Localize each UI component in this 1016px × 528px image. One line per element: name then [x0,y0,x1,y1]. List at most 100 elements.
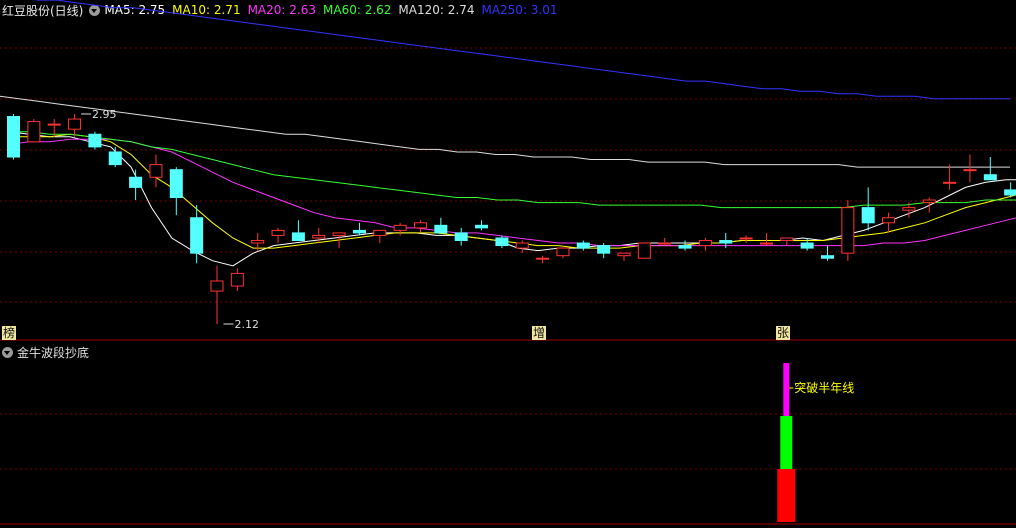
candle-up[interactable] [780,237,794,246]
candle-up[interactable] [149,154,163,188]
candle-down[interactable] [495,235,509,249]
candle-up[interactable] [658,237,672,246]
candle-body [922,199,936,204]
candle-up[interactable] [210,265,224,324]
high-price-label: 2.95 [92,108,117,121]
candle-down[interactable] [7,114,20,160]
signal-bar-top [783,363,790,416]
candle-body [352,229,366,234]
candle-body [27,121,41,143]
candle-body [7,116,20,158]
candle-body [393,224,407,231]
candle-up[interactable] [841,200,855,261]
candle-body [597,245,611,254]
candle-down[interactable] [291,220,305,242]
candle-up[interactable] [637,242,651,259]
candle-up[interactable] [698,237,712,251]
candle-down[interactable] [352,222,366,236]
candle-body [271,229,285,236]
candle-body [210,280,224,292]
candle-down[interactable] [678,240,692,251]
candle-up[interactable] [393,222,407,236]
candle-body [515,242,529,249]
candle-down[interactable] [475,220,489,231]
candle-body [495,237,509,247]
candle-body [983,174,997,181]
candle-up[interactable] [271,227,285,244]
candle-up[interactable] [759,232,773,246]
candle-body [556,247,570,257]
candle-body [251,240,265,244]
candle-body [780,237,794,242]
candle-body [373,229,387,236]
candle-up[interactable] [882,212,896,233]
candle-down[interactable] [983,157,997,181]
candle-up[interactable] [963,154,977,183]
candle-body [291,232,305,242]
candle-body [1004,189,1016,196]
candle-body [190,217,204,254]
candle-up[interactable] [922,197,936,213]
marker-zhang[interactable]: 张 [776,326,791,340]
marker-zeng[interactable]: 增 [532,326,547,340]
candle-down[interactable] [454,227,468,246]
candle-up[interactable] [68,114,82,137]
marker-bang[interactable]: 榜 [2,326,17,340]
candle-down[interactable] [861,187,875,231]
candle-up[interactable] [230,268,244,292]
candle-body [149,164,163,178]
candle-down[interactable] [576,240,590,251]
candle-body [698,240,712,247]
candle-down[interactable] [1004,182,1016,198]
candle-up[interactable] [27,119,41,143]
ma10-line [9,133,1016,249]
low-price-label: 2.12 [235,318,260,331]
candle-down[interactable] [434,217,448,234]
candle-body [637,242,651,259]
candle-body [88,133,102,148]
candle-down[interactable] [597,243,611,259]
candle-body [68,118,82,130]
candle-body [230,272,244,287]
ma250-line [33,0,1010,100]
candle-body [617,252,631,257]
signal-bar-middle [780,416,793,469]
candle-body [434,224,448,234]
candle-body [129,176,143,188]
candle-down[interactable] [821,245,834,261]
candle-body [800,242,814,249]
candle-body [47,123,61,126]
candle-up[interactable] [556,247,570,259]
candle-down[interactable] [800,237,814,251]
stock-chart[interactable]: 2.95 2.12 突破半年线 [0,0,1016,528]
indicator-title[interactable]: 金牛波段抄底 [17,344,89,361]
candle-body [332,232,346,236]
candle-body [759,242,773,245]
candle-body [475,224,489,229]
candle-body [536,257,550,260]
candle-body [739,237,753,240]
candle-up[interactable] [943,164,957,190]
candle-up[interactable] [536,255,550,264]
candle-body [454,232,468,242]
candle-up[interactable] [414,220,427,233]
sub-panel-header: 金牛波段抄底 [2,344,89,361]
candle-body [576,242,590,249]
candle-up[interactable] [515,240,529,254]
candle-body [963,169,977,172]
collapse-icon[interactable] [2,347,13,358]
signal-bar-bottom [777,469,796,522]
ma120-line [0,95,1010,168]
candle-up[interactable] [373,229,387,244]
candle-down[interactable] [169,167,183,216]
candle-up[interactable] [739,235,753,244]
candle-body [902,207,916,211]
candle-body [678,245,692,249]
candle-body [861,207,875,224]
candle-body [414,222,427,229]
candle-down[interactable] [88,131,102,150]
candle-body [841,207,855,254]
candle-body [882,217,896,224]
candle-down[interactable] [129,169,143,201]
candle-up[interactable] [617,252,631,261]
